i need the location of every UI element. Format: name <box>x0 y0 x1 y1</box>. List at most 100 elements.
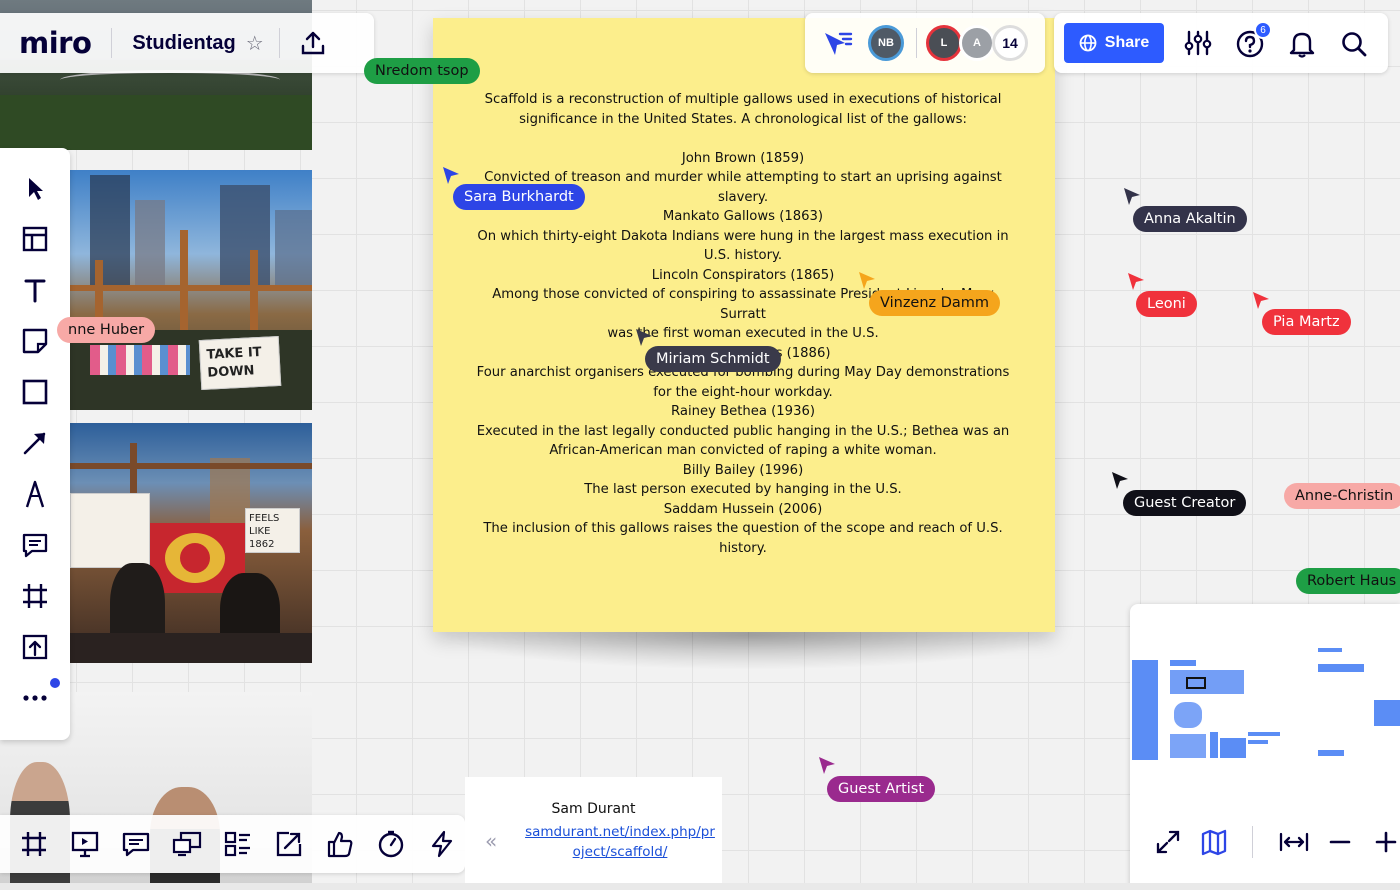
fit-width-icon[interactable] <box>1278 826 1310 858</box>
card-list-icon[interactable] <box>220 826 256 862</box>
cursor-tag-leoni: Leoni <box>1136 291 1197 317</box>
minimap-block <box>1318 664 1364 672</box>
cursor-tag-guest-artist: Guest Artist <box>827 776 936 802</box>
select-icon[interactable] <box>17 170 53 206</box>
sticky-note-line: for the eight-hour workday. <box>653 384 833 400</box>
templates-icon[interactable] <box>17 221 53 257</box>
avatar-a[interactable]: A <box>959 25 995 61</box>
cursor-filter-icon[interactable] <box>823 29 853 61</box>
collaborators-bar: NB L A 14 <box>805 13 1045 73</box>
cursor-tag-robert-haus: Robert Haus <box>1296 568 1400 594</box>
sticky-note-line: significance in the United States. A chr… <box>519 111 967 127</box>
timer-icon[interactable] <box>373 826 409 862</box>
fit-screen-icon[interactable] <box>1152 826 1184 858</box>
photo-dakota-protest[interactable]: FEELS LIKE 1862 <box>70 423 312 663</box>
sticky-note-line: was the first woman executed in the U.S. <box>607 326 879 341</box>
minimap-block <box>1248 732 1280 736</box>
sticky-note-scaffold[interactable]: Scaffold is a reconstruction of multiple… <box>433 18 1055 632</box>
sticky-note-line: On which thirty-eight Dakota Indians wer… <box>477 228 1009 244</box>
cursor-arrow-icon <box>819 757 835 774</box>
export-icon[interactable] <box>271 826 307 862</box>
cursor-arrow-icon <box>1124 188 1140 205</box>
cursor-arrow-icon <box>1112 472 1128 489</box>
settings-sliders-icon[interactable] <box>1184 30 1212 60</box>
pen-icon[interactable] <box>17 476 53 512</box>
sticky-note-gap <box>473 129 1013 149</box>
sign-take-down: TAKE IT DOWN <box>206 344 262 381</box>
minimap-block <box>1132 660 1158 760</box>
divider <box>111 28 113 58</box>
photo-scaffold-protest[interactable]: TAKE IT DOWN <box>70 170 312 410</box>
sign-feels-like: FEELS LIKE 1862 <box>249 513 280 550</box>
sticky-note-line: Executed in the last legally conducted p… <box>476 423 1010 439</box>
cursor-arrow-icon <box>859 272 875 289</box>
text-icon[interactable] <box>17 272 53 308</box>
creation-toolbar <box>0 148 70 740</box>
sticky-note-line: Saddam Hussein (2006) <box>663 501 823 517</box>
zoom-out-icon[interactable] <box>1324 826 1356 858</box>
cursor-tag-miriam-schmidt: Miriam Schmidt <box>645 346 781 372</box>
more-icon[interactable] <box>17 680 53 716</box>
sticky-note-line: John Brown (1859) <box>681 150 805 166</box>
sticky-note-line: The last person executed by hanging in t… <box>584 482 902 497</box>
minimap-block <box>1374 700 1400 726</box>
board-header: miro Studientag ☆ <box>0 13 374 73</box>
arrow-icon[interactable] <box>17 425 53 461</box>
miro-logo[interactable]: miro <box>19 26 92 60</box>
reactions-icon[interactable] <box>322 826 358 862</box>
bottom-strip <box>0 883 1400 890</box>
cursor-tag-nredom-tsop: Nredom tsop <box>364 58 480 84</box>
link-card-url[interactable]: samdurant.net/index.php/project/scaffold… <box>525 822 715 862</box>
divider <box>278 28 280 58</box>
minimap-block <box>1248 740 1268 744</box>
collapse-toolbar-icon[interactable]: « <box>485 829 497 853</box>
bell-icon[interactable] <box>1288 30 1316 62</box>
sticky-note-line: Lincoln Conspirators (1865) <box>651 267 835 283</box>
cursor-tag-sara-burkhardt: Sara Burkhardt <box>453 184 585 210</box>
cursor-tag-pia-martz: Pia Martz <box>1262 309 1351 335</box>
upload-icon[interactable] <box>300 30 326 56</box>
minimap-block <box>1170 660 1196 666</box>
frames-icon[interactable] <box>16 826 52 862</box>
comments-icon[interactable] <box>118 826 154 862</box>
minimap-panel[interactable] <box>1130 604 1400 890</box>
notification-dot <box>50 678 60 688</box>
cursor-tag-anne-christin: Anne-Christin <box>1284 483 1400 509</box>
cursor-arrow-icon <box>443 167 459 184</box>
cursor-arrow-icon <box>1253 292 1269 309</box>
avatar-nb[interactable]: NB <box>868 25 904 61</box>
cursor-arrow-icon <box>636 329 652 346</box>
comment-icon[interactable] <box>17 527 53 563</box>
zoom-in-icon[interactable] <box>1370 826 1400 858</box>
board-title[interactable]: Studientag <box>132 32 235 55</box>
shape-icon[interactable] <box>17 374 53 410</box>
minimap-block <box>1318 750 1344 756</box>
sticky-note-icon[interactable] <box>17 323 53 359</box>
sticky-note-text: Scaffold is a reconstruction of multiple… <box>473 90 1013 558</box>
sticky-note-line: Rainey Bethea (1936) <box>670 404 815 419</box>
divider <box>1252 826 1253 858</box>
share-button[interactable]: Share <box>1064 23 1164 63</box>
frame-icon[interactable] <box>17 578 53 614</box>
search-icon[interactable] <box>1340 30 1368 62</box>
link-card-title: Sam Durant <box>551 801 636 817</box>
collaborator-count[interactable]: 14 <box>992 25 1028 61</box>
minimap-block <box>1170 734 1206 758</box>
sticky-note-line: history. <box>719 540 767 556</box>
cursor-arrow-icon <box>1128 273 1144 290</box>
upload-icon[interactable] <box>17 629 53 665</box>
sticky-note-line: African-American man convicted of raping… <box>549 443 937 458</box>
minimap-block <box>1210 732 1218 758</box>
cursor-tag-anna-akaltin: Anna Akaltin <box>1133 206 1247 232</box>
present-icon[interactable] <box>67 826 103 862</box>
cursor-tag-vinzenz-damm: Vinzenz Damm <box>869 290 1001 316</box>
link-card[interactable]: « Sam Durant samdurant.net/index.php/pro… <box>465 777 722 883</box>
star-icon[interactable]: ☆ <box>246 31 264 55</box>
map-icon[interactable] <box>1198 826 1230 858</box>
avatar-l[interactable]: L <box>926 25 962 61</box>
minimap-block <box>1220 738 1246 758</box>
minimap-viewport[interactable] <box>1186 677 1206 689</box>
lightning-icon[interactable] <box>424 826 460 862</box>
screen-share-icon[interactable] <box>169 826 205 862</box>
help-badge: 6 <box>1254 21 1272 39</box>
